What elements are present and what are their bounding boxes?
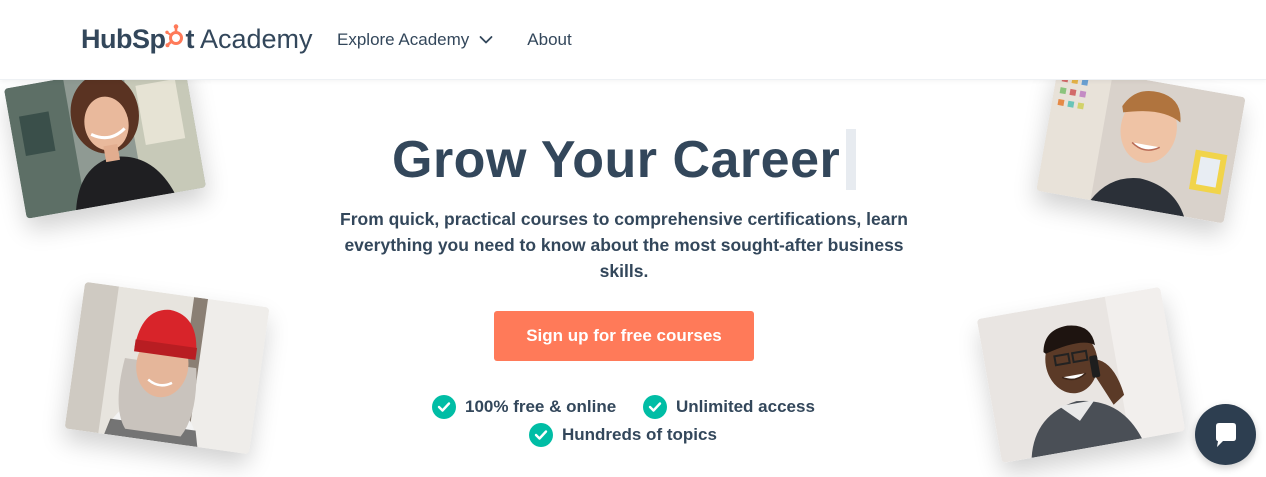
learner-photo-4 bbox=[976, 286, 1186, 464]
nav-explore-academy[interactable]: Explore Academy bbox=[337, 30, 493, 50]
feature-label: Hundreds of topics bbox=[562, 425, 717, 444]
learner-photo-3 bbox=[64, 281, 270, 455]
main-nav: Explore Academy About bbox=[337, 0, 572, 80]
feature-hundreds-topics: Hundreds of topics bbox=[529, 423, 717, 447]
chat-widget-button[interactable] bbox=[1195, 404, 1256, 465]
feature-free-online: 100% free & online bbox=[432, 395, 616, 419]
nav-explore-label: Explore Academy bbox=[337, 30, 470, 49]
logo-academy-text: Academy bbox=[200, 24, 313, 54]
signup-free-courses-button[interactable]: Sign up for free courses bbox=[494, 311, 754, 361]
nav-about[interactable]: About bbox=[527, 30, 571, 50]
site-header: HubSp t Academy Explore Academy About bbox=[0, 0, 1266, 80]
logo-hub-text: HubSp bbox=[81, 24, 166, 54]
learner-photo-2 bbox=[1036, 64, 1246, 224]
sprocket-icon bbox=[164, 22, 187, 48]
check-circle-icon bbox=[432, 395, 456, 419]
typing-cursor bbox=[846, 129, 856, 190]
learner-photo-1 bbox=[3, 57, 207, 219]
nav-about-label: About bbox=[527, 30, 572, 49]
check-circle-icon bbox=[529, 423, 553, 447]
chat-bubble-icon bbox=[1215, 422, 1236, 447]
logo-t-text: t bbox=[185, 24, 195, 54]
feature-unlimited-access: Unlimited access bbox=[643, 395, 815, 419]
check-circle-icon bbox=[643, 395, 667, 419]
page: HubSp t Academy Explore Academy About Gr… bbox=[0, 0, 1266, 477]
feature-label: Unlimited access bbox=[676, 397, 815, 416]
hero-subtitle: From quick, practical courses to compreh… bbox=[340, 209, 908, 281]
chevron-down-icon bbox=[479, 36, 493, 44]
hubspot-academy-logo[interactable]: HubSp t Academy bbox=[81, 22, 313, 56]
hero-title: Grow Your Career bbox=[392, 131, 841, 189]
feature-label: 100% free & online bbox=[465, 397, 617, 416]
